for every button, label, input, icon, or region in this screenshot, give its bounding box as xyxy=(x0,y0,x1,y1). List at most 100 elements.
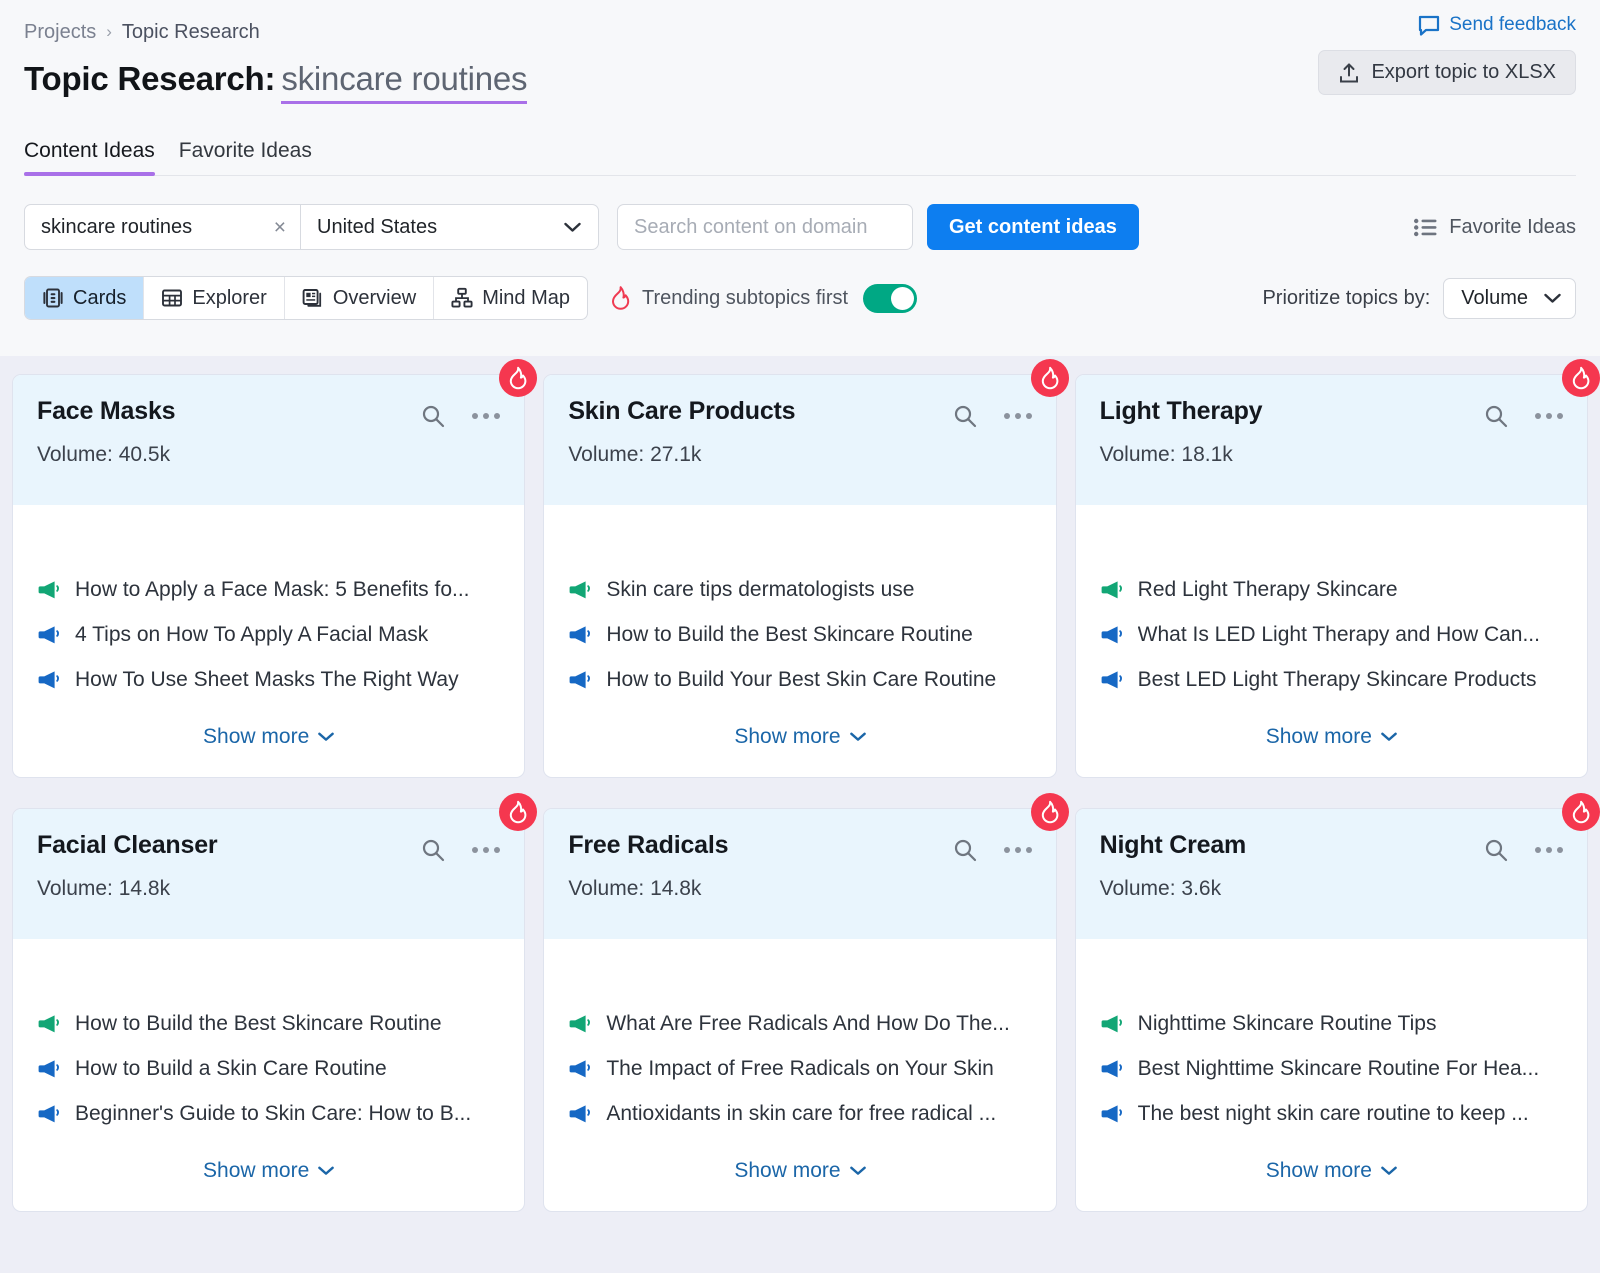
keyword-input[interactable]: skincare routines × xyxy=(25,205,300,249)
content-idea-item[interactable]: How to Build the Best Skincare Routine xyxy=(568,612,1031,657)
search-icon[interactable] xyxy=(952,403,978,429)
favorite-ideas-button[interactable]: Favorite Ideas xyxy=(1414,216,1576,239)
breadcrumb-projects[interactable]: Projects xyxy=(24,21,96,44)
topic-card-volume: Volume: 14.8k xyxy=(37,877,500,901)
export-topic-label: Export topic to XLSX xyxy=(1371,61,1556,84)
search-icon[interactable] xyxy=(1483,837,1509,863)
content-idea-item[interactable]: Red Light Therapy Skincare xyxy=(1100,567,1563,612)
domain-search-placeholder: Search content on domain xyxy=(634,216,868,239)
content-idea-item[interactable]: The Impact of Free Radicals on Your Skin xyxy=(568,1046,1031,1091)
content-idea-item[interactable]: Skin care tips dermatologists use xyxy=(568,567,1031,612)
content-idea-item[interactable]: How To Use Sheet Masks The Right Way xyxy=(37,657,500,702)
trending-flame-badge-icon[interactable] xyxy=(499,793,537,831)
view-mode-overview[interactable]: Overview xyxy=(285,277,434,319)
get-content-ideas-button[interactable]: Get content ideas xyxy=(927,204,1139,250)
topic-card-title[interactable]: Skin Care Products xyxy=(568,397,795,426)
show-more-button[interactable]: Show more xyxy=(544,725,1055,749)
chevron-down-icon xyxy=(1544,293,1561,304)
search-icon[interactable] xyxy=(952,837,978,863)
more-options-icon[interactable] xyxy=(1004,847,1032,853)
topic-card-title[interactable]: Facial Cleanser xyxy=(37,831,217,860)
show-more-label: Show more xyxy=(203,725,309,749)
topic-card-title[interactable]: Light Therapy xyxy=(1100,397,1263,426)
page-header: Projects › Topic Research Topic Research… xyxy=(0,0,1600,356)
content-ideas-cards-area: Face MasksVolume: 40.5kHow to Apply a Fa… xyxy=(0,356,1600,1273)
more-options-icon[interactable] xyxy=(1004,413,1032,419)
volume-label: Volume: xyxy=(568,877,644,900)
prioritize-select[interactable]: Volume xyxy=(1443,278,1576,319)
content-idea-item[interactable]: How to Build Your Best Skin Care Routine xyxy=(568,657,1031,702)
volume-label: Volume: xyxy=(1100,443,1176,466)
content-idea-item[interactable]: How to Apply a Face Mask: 5 Benefits fo.… xyxy=(37,567,500,612)
show-more-button[interactable]: Show more xyxy=(1076,1159,1587,1183)
domain-search-input[interactable]: Search content on domain xyxy=(617,204,913,250)
topic-card-title-row: Skin Care Products xyxy=(568,397,1031,429)
favorite-ideas-label: Favorite Ideas xyxy=(1449,216,1576,239)
search-icon[interactable] xyxy=(420,403,446,429)
show-more-button[interactable]: Show more xyxy=(1076,725,1587,749)
trending-flame-badge-icon[interactable] xyxy=(1031,359,1069,397)
content-idea-item[interactable]: Beginner's Guide to Skin Care: How to B.… xyxy=(37,1091,500,1136)
country-select[interactable]: United States xyxy=(301,205,598,249)
export-topic-button[interactable]: Export topic to XLSX xyxy=(1318,50,1576,95)
trending-subtopics-toggle[interactable] xyxy=(863,284,917,313)
country-select-value: United States xyxy=(317,216,437,239)
content-idea-title: Best Nighttime Skincare Routine For Hea.… xyxy=(1138,1057,1540,1081)
tab-favorite-ideas[interactable]: Favorite Ideas xyxy=(179,139,312,175)
topic-card-actions xyxy=(1483,397,1563,429)
content-idea-title: How to Build the Best Skincare Routine xyxy=(75,1012,442,1036)
trending-flame-badge-icon[interactable] xyxy=(1562,793,1600,831)
show-more-button[interactable]: Show more xyxy=(13,725,524,749)
send-feedback-button[interactable]: Send feedback xyxy=(1418,14,1576,36)
upload-icon xyxy=(1338,62,1360,84)
content-idea-item[interactable]: The best night skin care routine to keep… xyxy=(1100,1091,1563,1136)
volume-value: 3.6k xyxy=(1181,877,1221,900)
trending-subtopics-control: Trending subtopics first xyxy=(610,284,917,313)
trending-flame-badge-icon[interactable] xyxy=(1031,793,1069,831)
topic-card-title-row: Facial Cleanser xyxy=(37,831,500,863)
show-more-button[interactable]: Show more xyxy=(13,1159,524,1183)
volume-label: Volume: xyxy=(568,443,644,466)
view-mode-explorer-label: Explorer xyxy=(192,287,266,310)
topic-card-title-row: Free Radicals xyxy=(568,831,1031,863)
page-title-keyword[interactable]: skincare routines xyxy=(281,60,527,104)
search-icon[interactable] xyxy=(420,837,446,863)
content-idea-item[interactable]: How to Build the Best Skincare Routine xyxy=(37,1001,500,1046)
content-idea-item[interactable]: Best Nighttime Skincare Routine For Hea.… xyxy=(1100,1046,1563,1091)
megaphone-icon xyxy=(37,669,61,691)
megaphone-icon xyxy=(1100,1013,1124,1035)
content-idea-item[interactable]: 4 Tips on How To Apply A Facial Mask xyxy=(37,612,500,657)
content-idea-item[interactable]: How to Build a Skin Care Routine xyxy=(37,1046,500,1091)
megaphone-icon xyxy=(37,1013,61,1035)
topic-card-title[interactable]: Face Masks xyxy=(37,397,175,426)
view-mode-cards[interactable]: Cards xyxy=(25,277,144,319)
show-more-button[interactable]: Show more xyxy=(544,1159,1055,1183)
more-options-icon[interactable] xyxy=(472,413,500,419)
tab-content-ideas[interactable]: Content Ideas xyxy=(24,139,155,175)
volume-label: Volume: xyxy=(37,877,113,900)
trending-flame-badge-icon[interactable] xyxy=(499,359,537,397)
topic-card-title[interactable]: Night Cream xyxy=(1100,831,1246,860)
topic-card: Face MasksVolume: 40.5kHow to Apply a Fa… xyxy=(12,374,525,778)
content-idea-item[interactable]: Antioxidants in skin care for free radic… xyxy=(568,1091,1031,1136)
content-idea-item[interactable]: Best LED Light Therapy Skincare Products xyxy=(1100,657,1563,702)
topic-card-title-row: Night Cream xyxy=(1100,831,1563,863)
tab-bar: Content Ideas Favorite Ideas xyxy=(24,130,1576,176)
content-idea-item[interactable]: What Are Free Radicals And How Do The... xyxy=(568,1001,1031,1046)
view-mode-explorer[interactable]: Explorer xyxy=(144,277,284,319)
clear-keyword-icon[interactable]: × xyxy=(274,217,286,238)
topic-card-body: Nighttime Skincare Routine Tips Best Nigh… xyxy=(1076,939,1587,1211)
content-idea-item[interactable]: What Is LED Light Therapy and How Can... xyxy=(1100,612,1563,657)
flame-icon xyxy=(610,286,631,310)
trending-flame-badge-icon[interactable] xyxy=(1562,359,1600,397)
more-options-icon[interactable] xyxy=(1535,847,1563,853)
chevron-down-icon xyxy=(1381,1166,1397,1176)
topic-card-title[interactable]: Free Radicals xyxy=(568,831,728,860)
megaphone-icon xyxy=(1100,1103,1124,1125)
breadcrumb-topic-research[interactable]: Topic Research xyxy=(122,21,260,44)
content-idea-item[interactable]: Nighttime Skincare Routine Tips xyxy=(1100,1001,1563,1046)
view-mode-mind-map[interactable]: Mind Map xyxy=(434,277,587,319)
more-options-icon[interactable] xyxy=(472,847,500,853)
search-icon[interactable] xyxy=(1483,403,1509,429)
more-options-icon[interactable] xyxy=(1535,413,1563,419)
